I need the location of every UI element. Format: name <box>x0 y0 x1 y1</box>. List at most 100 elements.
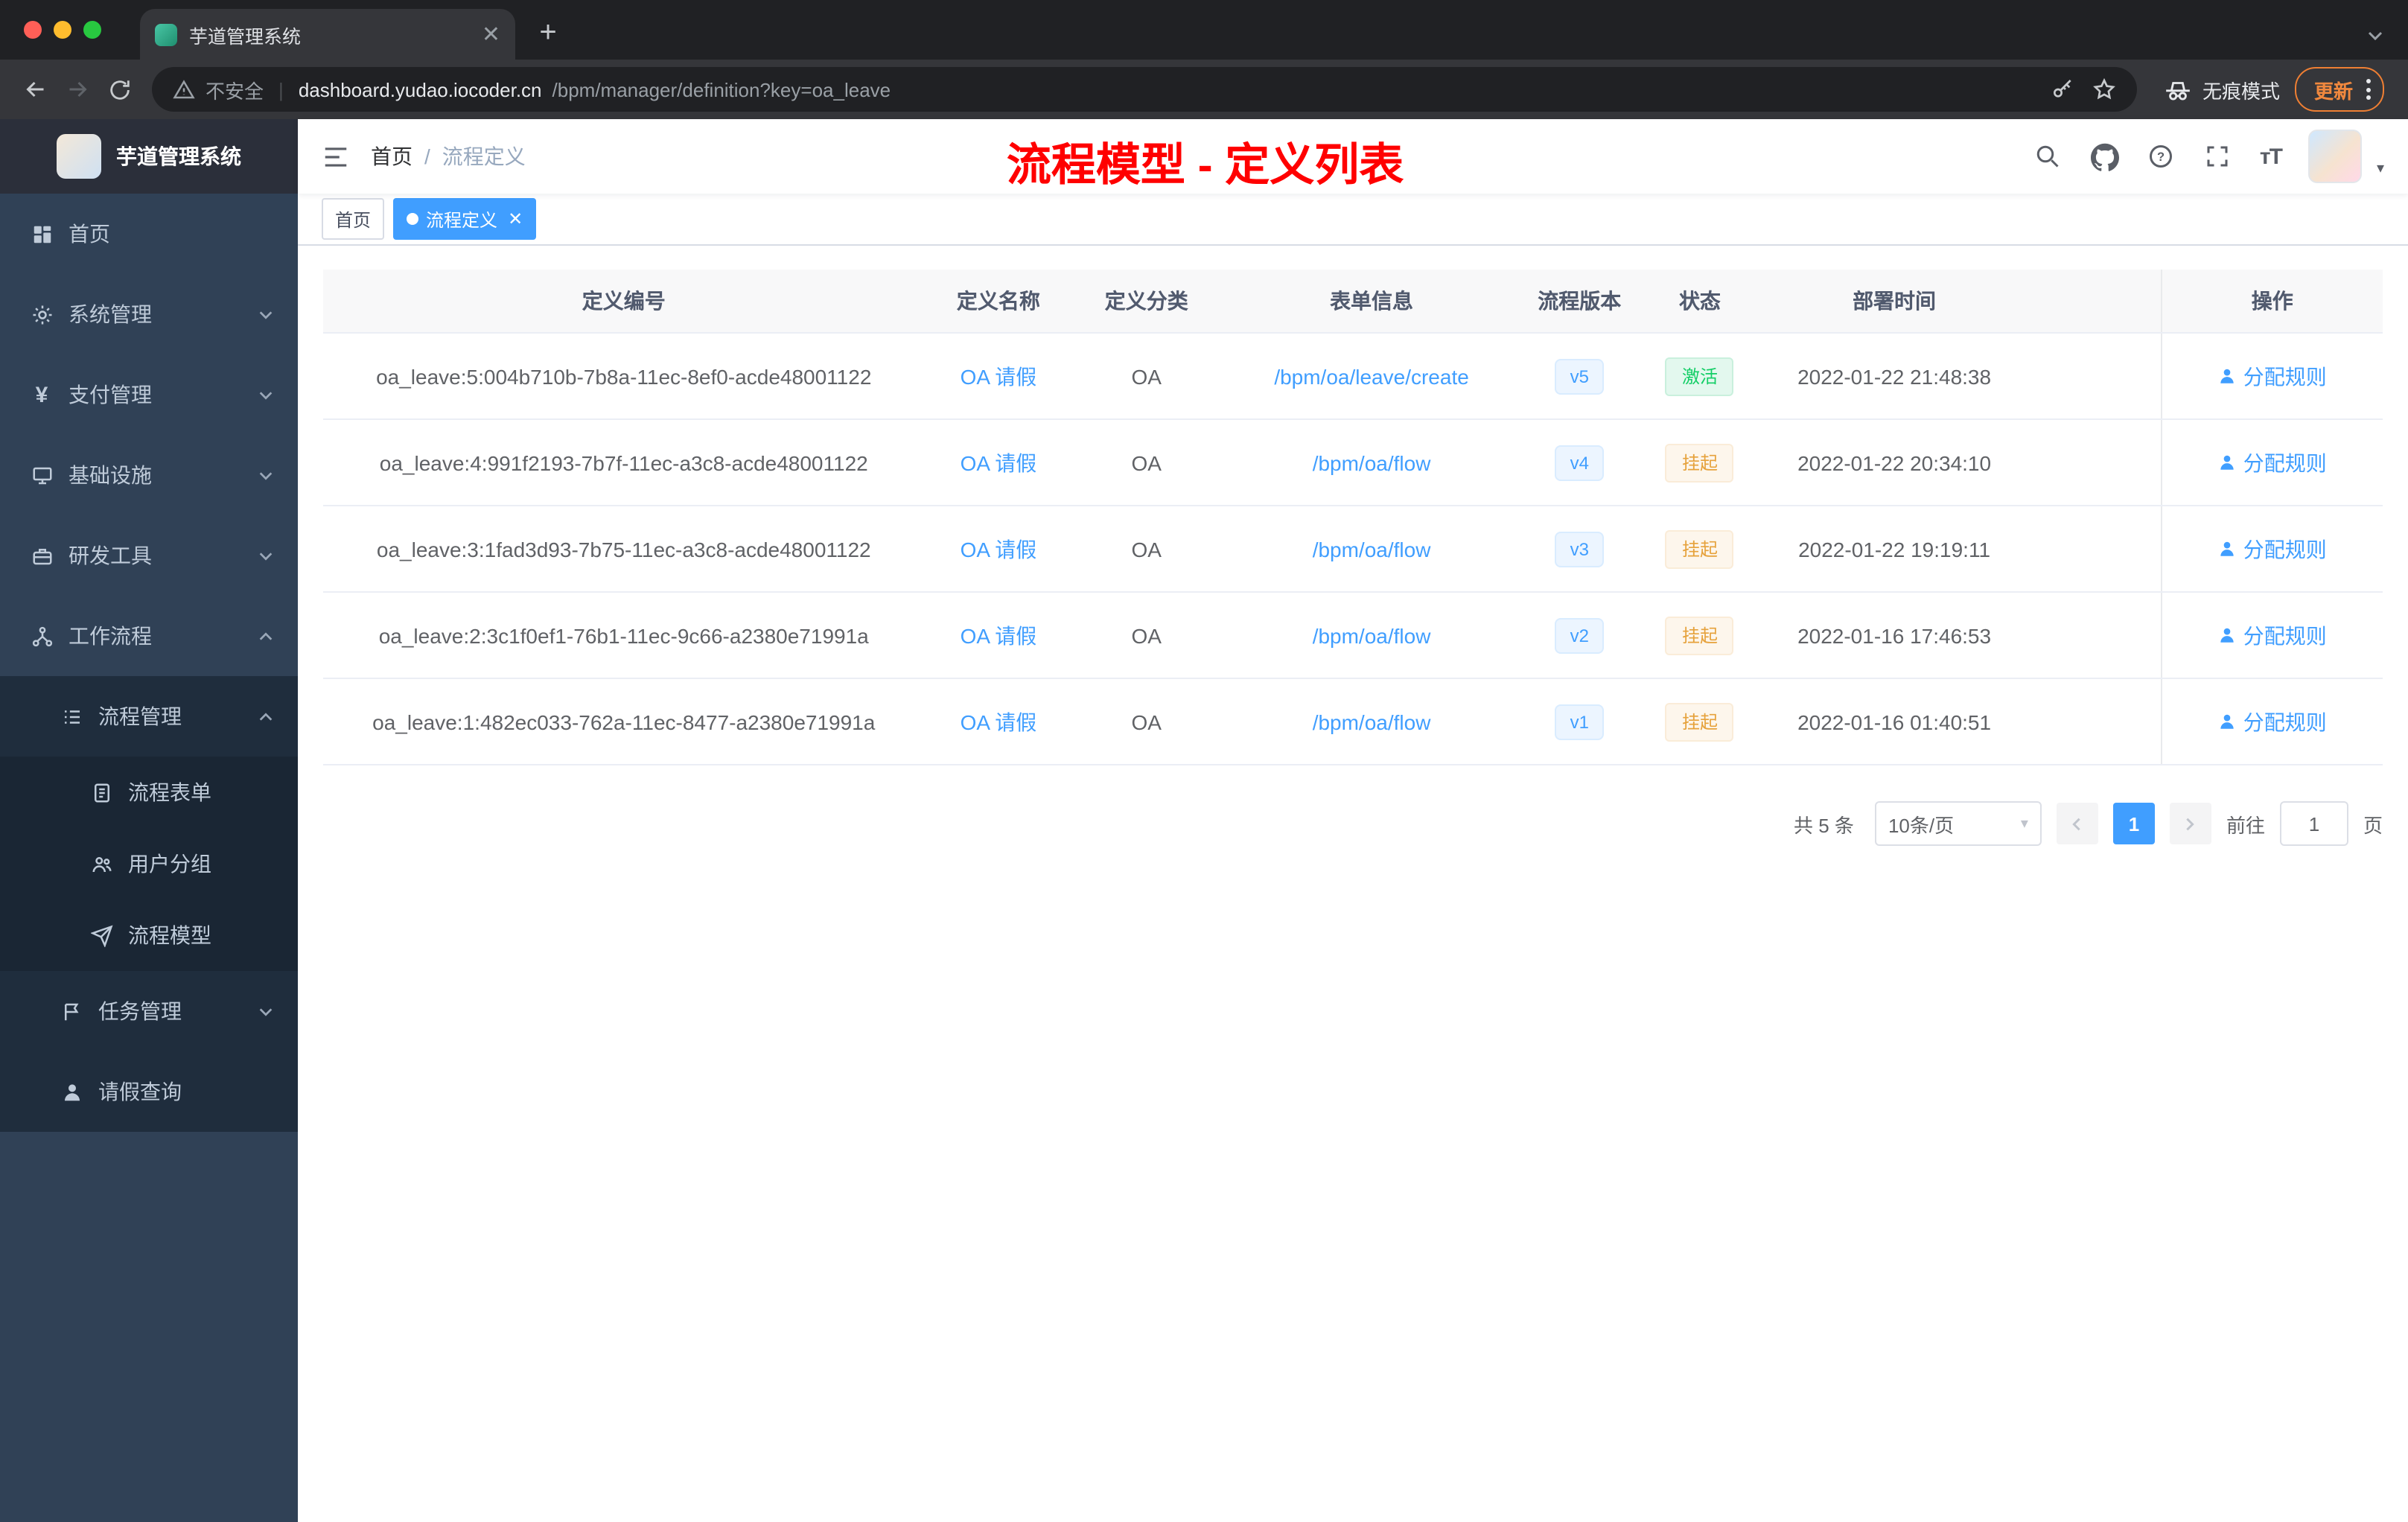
close-icon[interactable]: ✕ <box>508 210 523 228</box>
col-actions: 操作 <box>2160 270 2383 334</box>
font-size-icon[interactable]: тT <box>2260 144 2283 169</box>
form-icon <box>89 780 113 804</box>
tab-close-icon[interactable]: ✕ <box>482 23 500 45</box>
browser-menu-icon[interactable] <box>2366 79 2371 100</box>
sidebar-item-leave-query[interactable]: 请假查询 <box>0 1051 298 1132</box>
sidebar-item-infrastructure[interactable]: 基础设施 <box>0 435 298 515</box>
sidebar-item-process-form[interactable]: 流程表单 <box>0 757 298 828</box>
version-tag: v4 <box>1555 445 1604 480</box>
form-link[interactable]: /bpm/oa/flow <box>1313 710 1431 733</box>
form-link[interactable]: /bpm/oa/flow <box>1313 537 1431 561</box>
breadcrumb-separator: / <box>424 144 430 168</box>
sidebar-item-dev-tools[interactable]: 研发工具 <box>0 515 298 596</box>
deploy-time-cell: 2022-01-22 20:34:10 <box>1763 419 2025 506</box>
browser-tab[interactable]: 芋道管理系统 ✕ <box>140 9 515 60</box>
avatar-caret-icon[interactable]: ▾ <box>2377 161 2384 177</box>
deploy-time-cell: 2022-01-22 21:48:38 <box>1763 333 2025 420</box>
definition-name-link[interactable]: OA 请假 <box>961 450 1037 474</box>
paper-plane-icon <box>89 923 113 947</box>
sidebar-item-process-model[interactable]: 流程模型 <box>0 899 298 971</box>
incognito-badge: 无痕模式 <box>2164 75 2280 104</box>
assign-rule-link[interactable]: 分配规则 <box>2218 620 2327 650</box>
deploy-time-cell: 2022-01-16 17:46:53 <box>1763 592 2025 679</box>
table-header-row: 定义编号 定义名称 定义分类 表单信息 流程版本 状态 部署时间 操作 <box>323 270 2383 334</box>
col-spacer <box>2025 270 2162 334</box>
table-row: oa_leave:1:482ec033-762a-11ec-8477-a2380… <box>323 678 2383 765</box>
page-size-select[interactable]: 10条/页 ▾ <box>1874 801 2042 846</box>
definition-name-link[interactable]: OA 请假 <box>961 537 1037 561</box>
sidebar-item-workflow[interactable]: 工作流程 <box>0 596 298 676</box>
definition-table: 定义编号 定义名称 定义分类 表单信息 流程版本 状态 部署时间 操作 oa_l… <box>323 270 2383 765</box>
help-icon[interactable]: ? <box>2147 141 2176 171</box>
col-process-version: 流程版本 <box>1522 270 1637 334</box>
assign-rule-link[interactable]: 分配规则 <box>2218 534 2327 564</box>
definition-name-link[interactable]: OA 请假 <box>961 364 1037 388</box>
url-bar[interactable]: 不安全 | dashboard.yudao.iocoder.cn/bpm/man… <box>152 67 2137 112</box>
goto-page-input[interactable] <box>2279 801 2348 846</box>
form-link[interactable]: /bpm/oa/flow <box>1313 450 1431 474</box>
incognito-icon <box>2164 75 2192 104</box>
sidebar-item-user-group[interactable]: 用户分组 <box>0 828 298 899</box>
forward-icon[interactable] <box>57 69 98 110</box>
sidebar-item-label: 流程表单 <box>128 780 211 804</box>
sidebar-item-payment[interactable]: ¥ 支付管理 <box>0 354 298 435</box>
chevron-up-icon <box>258 628 274 644</box>
sidebar-item-label: 支付管理 <box>69 383 152 407</box>
definition-name-link[interactable]: OA 请假 <box>961 623 1037 647</box>
update-chip[interactable]: 更新 <box>2294 67 2384 112</box>
search-icon[interactable] <box>2033 141 2063 171</box>
user-icon <box>60 1080 83 1104</box>
form-link[interactable]: /bpm/oa/leave/create <box>1274 364 1469 388</box>
definition-id-cell: oa_leave:2:3c1f0ef1-76b1-11ec-9c66-a2380… <box>323 592 925 679</box>
svg-text:?: ? <box>2158 150 2165 164</box>
github-icon[interactable] <box>2090 141 2120 171</box>
chevron-down-icon <box>258 306 274 322</box>
assign-rule-link[interactable]: 分配规则 <box>2218 448 2327 477</box>
assign-rule-link[interactable]: 分配规则 <box>2218 361 2327 391</box>
sidebar-item-home[interactable]: 首页 <box>0 194 298 274</box>
sidebar-item-process-management[interactable]: 流程管理 <box>0 676 298 757</box>
assign-rule-link[interactable]: 分配规则 <box>2218 707 2327 736</box>
next-page-button[interactable] <box>2169 803 2211 844</box>
browser-toolbar: 不安全 | dashboard.yudao.iocoder.cn/bpm/man… <box>0 60 2408 119</box>
password-key-icon[interactable] <box>2051 77 2074 101</box>
page-number-button[interactable]: 1 <box>2112 803 2155 844</box>
deploy-time-cell: 2022-01-16 01:40:51 <box>1763 678 2025 765</box>
category-cell: OA <box>1072 678 1221 765</box>
assign-rule-label: 分配规则 <box>2243 364 2327 388</box>
bookmark-star-icon[interactable] <box>2092 77 2116 101</box>
page-size-value: 10条/页 <box>1888 814 1955 836</box>
version-tag: v1 <box>1555 704 1604 739</box>
fullscreen-icon[interactable] <box>2203 141 2233 171</box>
definition-name-link[interactable]: OA 请假 <box>961 710 1037 733</box>
traffic-lights <box>0 0 122 60</box>
security-warning-icon <box>173 78 195 101</box>
close-window-button[interactable] <box>24 21 42 39</box>
sidebar-item-system[interactable]: 系统管理 <box>0 274 298 354</box>
tag-process-definition[interactable]: 流程定义 ✕ <box>393 198 537 240</box>
sidebar-logo[interactable]: 芋道管理系统 <box>0 119 298 194</box>
sidebar-toggle-icon[interactable] <box>322 142 350 171</box>
col-status: 状态 <box>1636 270 1764 334</box>
sidebar-item-task-management[interactable]: 任务管理 <box>0 971 298 1051</box>
toolbox-icon <box>30 544 54 567</box>
avatar[interactable] <box>2307 130 2362 183</box>
col-form-info: 表单信息 <box>1220 270 1523 334</box>
spacer-cell <box>2025 333 2162 420</box>
assign-rule-label: 分配规则 <box>2243 710 2327 733</box>
col-definition-category: 定义分类 <box>1072 270 1221 334</box>
back-icon[interactable] <box>15 69 57 110</box>
prev-page-button[interactable] <box>2056 803 2098 844</box>
spacer-cell <box>2025 678 2162 765</box>
minimize-window-button[interactable] <box>54 21 71 39</box>
new-tab-button[interactable]: + <box>527 12 569 54</box>
tab-search-chevron-icon[interactable] <box>2366 27 2384 45</box>
tags-view: 首页 流程定义 ✕ <box>298 194 2408 246</box>
reload-icon[interactable] <box>98 69 140 110</box>
tag-home[interactable]: 首页 <box>322 198 385 240</box>
sidebar-item-label: 流程模型 <box>128 923 211 947</box>
breadcrumb-home[interactable]: 首页 <box>371 141 413 171</box>
definition-id-cell: oa_leave:1:482ec033-762a-11ec-8477-a2380… <box>323 678 925 765</box>
zoom-window-button[interactable] <box>83 21 101 39</box>
form-link[interactable]: /bpm/oa/flow <box>1313 623 1431 647</box>
